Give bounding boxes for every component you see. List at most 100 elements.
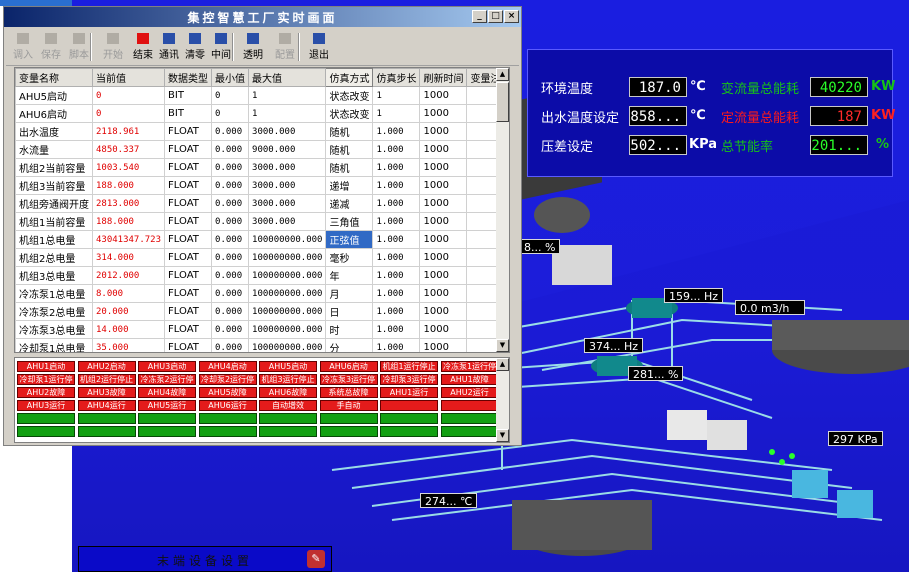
- table-cell[interactable]: FLOAT: [164, 140, 213, 159]
- status-indicator[interactable]: AHU3运行: [17, 400, 75, 411]
- table-cell[interactable]: 1000: [419, 158, 468, 177]
- scroll-down-icon[interactable]: ▼: [496, 339, 509, 352]
- table-cell[interactable]: 0.000: [211, 140, 250, 159]
- status-indicator[interactable]: [380, 400, 438, 411]
- status-indicator[interactable]: AHU6启动: [319, 361, 378, 372]
- status-indicator[interactable]: [17, 426, 75, 437]
- table-cell[interactable]: 20.000: [91, 302, 166, 321]
- table-cell[interactable]: 1000: [419, 284, 468, 303]
- table-cell[interactable]: 0.000: [211, 122, 250, 141]
- table-cell[interactable]: 递减: [325, 194, 374, 213]
- toolbar-start-button[interactable]: 开始: [98, 31, 128, 63]
- table-cell[interactable]: 1000: [419, 176, 468, 195]
- table-cell[interactable]: 1000: [419, 140, 468, 159]
- status-indicator[interactable]: [259, 413, 317, 424]
- table-cell[interactable]: 0.000: [211, 266, 250, 285]
- column-header[interactable]: 最大值: [248, 68, 327, 87]
- status-indicator[interactable]: AHU2启动: [77, 361, 136, 372]
- status-indicator[interactable]: AHU1故障: [440, 374, 499, 385]
- table-cell[interactable]: 1.000: [372, 284, 421, 303]
- status-indicator[interactable]: [138, 426, 196, 437]
- table-row[interactable]: 机组旁通阀开度 2813.000 FLOAT 0.000 3000.000 递减 1.000…: [15, 194, 509, 213]
- table-cell[interactable]: 分: [325, 338, 374, 352]
- table-cell[interactable]: 9000.000: [248, 140, 327, 159]
- status-indicator[interactable]: 系统总故障: [319, 387, 378, 398]
- scroll-up-icon[interactable]: ▲: [496, 68, 509, 81]
- table-cell[interactable]: 188.000: [91, 212, 166, 231]
- table-cell[interactable]: FLOAT: [164, 266, 213, 285]
- table-cell[interactable]: 2813.000: [91, 194, 166, 213]
- table-cell[interactable]: 随机: [325, 158, 374, 177]
- table-cell[interactable]: 3000.000: [248, 176, 327, 195]
- table-cell[interactable]: 100000000.000: [248, 248, 327, 267]
- table-cell[interactable]: 100000000.000: [248, 338, 327, 352]
- table-cell[interactable]: 1000: [419, 86, 468, 105]
- status-indicator[interactable]: 机组1运行停止: [380, 361, 438, 372]
- toolbar-exit-button[interactable]: 退出: [304, 31, 334, 63]
- table-cell[interactable]: 0.000: [211, 284, 250, 303]
- status-indicator[interactable]: [440, 400, 499, 411]
- status-indicator[interactable]: AHU3故障: [77, 387, 136, 398]
- table-cell[interactable]: 0.000: [211, 230, 250, 249]
- grid-scrollbar[interactable]: ▲ ▼: [496, 68, 509, 352]
- table-cell[interactable]: 1.000: [372, 338, 421, 352]
- scroll-thumb[interactable]: [496, 82, 509, 122]
- table-cell[interactable]: 0.000: [211, 212, 250, 231]
- table-cell[interactable]: 0.000: [211, 302, 250, 321]
- table-cell[interactable]: 1.000: [372, 140, 421, 159]
- status-indicator[interactable]: [17, 413, 75, 424]
- status-indicator[interactable]: 自动增效: [259, 400, 317, 411]
- status-indicator[interactable]: AHU2故障: [17, 387, 75, 398]
- table-cell[interactable]: 1.000: [372, 122, 421, 141]
- status-indicator[interactable]: 手自动: [319, 400, 378, 411]
- table-cell[interactable]: 1.000: [372, 158, 421, 177]
- table-cell[interactable]: 状态改变: [325, 104, 374, 123]
- table-cell[interactable]: 1000: [419, 338, 468, 352]
- table-cell[interactable]: 2118.961: [91, 122, 166, 141]
- table-cell[interactable]: 0: [211, 86, 250, 105]
- table-cell[interactable]: 100000000.000: [248, 302, 327, 321]
- table-cell[interactable]: FLOAT: [164, 194, 213, 213]
- column-header[interactable]: 刷新时间: [419, 68, 468, 87]
- table-cell[interactable]: BIT: [164, 86, 213, 105]
- table-cell[interactable]: 冷却泵1总电量: [15, 338, 93, 352]
- status-indicator[interactable]: AHU6运行: [198, 400, 257, 411]
- table-cell[interactable]: 1000: [419, 302, 468, 321]
- table-cell[interactable]: 三角值: [325, 212, 374, 231]
- toolbar-config-button[interactable]: 配置: [270, 31, 300, 63]
- table-cell[interactable]: 43041347.723: [91, 230, 166, 249]
- table-cell[interactable]: FLOAT: [164, 320, 213, 339]
- table-cell[interactable]: BIT: [164, 104, 213, 123]
- table-cell[interactable]: 随机: [325, 140, 374, 159]
- table-cell[interactable]: 35.000: [91, 338, 166, 352]
- table-row[interactable]: 机组3总电量 2012.000 FLOAT 0.000 100000000.000 年 1.…: [15, 266, 509, 285]
- table-cell[interactable]: 机组1总电量: [15, 230, 93, 249]
- toolbar-save-button[interactable]: 保存: [36, 31, 66, 63]
- table-cell[interactable]: 1000: [419, 122, 468, 141]
- table-cell[interactable]: 0.000: [211, 248, 250, 267]
- column-header[interactable]: 仿真方式: [325, 68, 374, 87]
- table-cell[interactable]: 机组1当前容量: [15, 212, 93, 231]
- table-row[interactable]: 水流量 4850.337 FLOAT 0.000 9000.000 随机 1.000 1000: [15, 140, 509, 159]
- table-cell[interactable]: 1.000: [372, 248, 421, 267]
- table-cell[interactable]: 1000: [419, 104, 468, 123]
- status-indicator[interactable]: 冷却泵3运行停: [380, 374, 438, 385]
- table-cell[interactable]: 机组2总电量: [15, 248, 93, 267]
- table-cell[interactable]: 毫秒: [325, 248, 374, 267]
- table-cell[interactable]: 1003.540: [91, 158, 166, 177]
- status-indicator[interactable]: [319, 426, 378, 437]
- table-cell[interactable]: 1.000: [372, 302, 421, 321]
- table-cell[interactable]: 100000000.000: [248, 284, 327, 303]
- status-indicator[interactable]: AHU2运行: [440, 387, 499, 398]
- table-cell[interactable]: 1000: [419, 248, 468, 267]
- status-indicator[interactable]: AHU5故障: [198, 387, 257, 398]
- table-cell[interactable]: 8.000: [91, 284, 166, 303]
- table-cell[interactable]: 时: [325, 320, 374, 339]
- table-cell[interactable]: 年: [325, 266, 374, 285]
- status-indicator[interactable]: 机组3运行停止: [259, 374, 317, 385]
- status-indicator[interactable]: AHU4运行: [77, 400, 136, 411]
- table-cell[interactable]: 1.000: [372, 194, 421, 213]
- table-cell[interactable]: FLOAT: [164, 338, 213, 352]
- table-cell[interactable]: FLOAT: [164, 158, 213, 177]
- table-cell[interactable]: 14.000: [91, 320, 166, 339]
